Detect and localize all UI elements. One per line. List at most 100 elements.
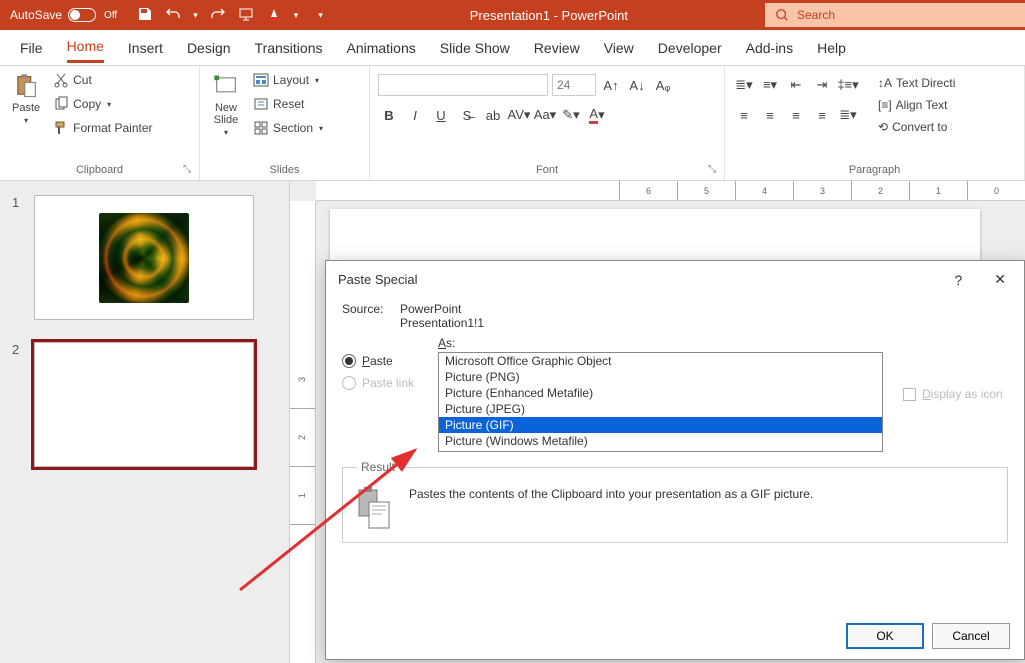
- align-text-button[interactable]: [≡]Align Text: [875, 96, 959, 114]
- new-slide-label: New Slide: [214, 102, 238, 126]
- font-color-button[interactable]: A▾: [586, 104, 608, 126]
- list-option[interactable]: Picture (Windows Metafile): [439, 433, 882, 449]
- shadow-button[interactable]: ab: [482, 104, 504, 126]
- bold-button[interactable]: B: [378, 104, 400, 126]
- columns-button[interactable]: ≣▾: [837, 104, 859, 126]
- group-label-paragraph: Paragraph: [733, 162, 1016, 178]
- new-slide-button[interactable]: New Slide ▾: [208, 70, 244, 139]
- strikethrough-button[interactable]: S̶: [456, 104, 478, 126]
- autosave-toggle[interactable]: AutoSave Off: [0, 8, 127, 22]
- list-option[interactable]: Picture (JPEG): [439, 401, 882, 417]
- close-button[interactable]: ✕: [988, 269, 1012, 290]
- ok-button[interactable]: OK: [846, 623, 924, 649]
- increase-font-icon[interactable]: A↑: [600, 74, 622, 96]
- thumbnail-1[interactable]: 1: [12, 195, 277, 320]
- align-left-button[interactable]: ≡: [733, 104, 755, 126]
- list-option[interactable]: Picture (Enhanced Metafile): [439, 385, 882, 401]
- clear-formatting-icon[interactable]: Aᵩ: [652, 74, 674, 96]
- decrease-font-icon[interactable]: A↓: [626, 74, 648, 96]
- slide-thumb-selected[interactable]: [34, 342, 254, 467]
- slideshow-icon[interactable]: [238, 6, 254, 25]
- thumbnail-2[interactable]: 2: [12, 342, 277, 467]
- format-listbox[interactable]: Microsoft Office Graphic Object Picture …: [438, 352, 883, 452]
- char-spacing-button[interactable]: AV▾: [508, 104, 530, 126]
- paste-special-dialog: Paste Special ? ✕ Source: PowerPoint Pre…: [325, 260, 1025, 660]
- group-clipboard: Paste ▾ Cut Copy▾ Format Painter Clipboa…: [0, 66, 200, 180]
- section-icon: [253, 120, 269, 136]
- line-spacing-button[interactable]: ‡≡▾: [837, 74, 859, 96]
- ruler-mark: 1: [909, 181, 967, 200]
- cut-button[interactable]: Cut: [50, 70, 155, 90]
- format-painter-icon: [53, 120, 69, 136]
- bullets-button[interactable]: ≣▾: [733, 74, 755, 96]
- convert-smartart-button[interactable]: ⟲Convert to SmartArt: [875, 118, 959, 136]
- layout-label: Layout: [273, 73, 309, 87]
- tab-review[interactable]: Review: [534, 34, 580, 62]
- tab-addins[interactable]: Add-ins: [746, 34, 793, 62]
- change-case-button[interactable]: Aa▾: [534, 104, 556, 126]
- tab-transitions[interactable]: Transitions: [255, 34, 323, 62]
- save-icon[interactable]: [137, 6, 153, 25]
- layout-button[interactable]: Layout▾: [250, 70, 326, 90]
- font-family-input[interactable]: [378, 74, 548, 96]
- decrease-indent-button[interactable]: ⇤: [785, 74, 807, 96]
- radio-disabled-icon: [342, 376, 356, 390]
- slide-thumb[interactable]: [34, 195, 254, 320]
- cut-icon: [53, 72, 69, 88]
- redo-icon[interactable]: [210, 6, 226, 25]
- ribbon: Paste ▾ Cut Copy▾ Format Painter Clipboa…: [0, 66, 1025, 181]
- font-color-icon[interactable]: [266, 6, 282, 25]
- tab-animations[interactable]: Animations: [346, 34, 415, 62]
- tab-help[interactable]: Help: [817, 34, 846, 62]
- tab-view[interactable]: View: [604, 34, 634, 62]
- paste-radio[interactable]: Paste: [342, 354, 428, 368]
- italic-button[interactable]: I: [404, 104, 426, 126]
- highlight-button[interactable]: ✎▾: [560, 104, 582, 126]
- text-direction-label: Text Direction: [896, 76, 956, 90]
- format-painter-button[interactable]: Format Painter: [50, 118, 155, 138]
- group-label-font: Font⤡: [378, 162, 716, 178]
- undo-dropdown[interactable]: ▾: [193, 10, 198, 21]
- paste-radio-label: aste: [370, 354, 393, 368]
- clipboard-launcher[interactable]: ⤡: [183, 164, 191, 175]
- tab-home[interactable]: Home: [67, 32, 104, 63]
- group-paragraph: ≣▾ ≡▾ ⇤ ⇥ ‡≡▾ ≡ ≡ ≡ ≡ ≣▾ ↕AText Directio…: [725, 66, 1025, 180]
- format-painter-label: Format Painter: [73, 121, 152, 135]
- reset-button[interactable]: Reset: [250, 94, 326, 114]
- align-text-label: Align Text: [896, 98, 956, 112]
- window-title: Presentation1 - PowerPoint: [333, 8, 765, 23]
- toggle-switch[interactable]: [68, 8, 96, 22]
- copy-icon: [53, 96, 69, 112]
- group-label-clipboard: Clipboard⤡: [8, 162, 191, 178]
- paste-link-label: Paste link: [362, 376, 414, 390]
- list-option[interactable]: Picture (PNG): [439, 369, 882, 385]
- search-box[interactable]: Search: [765, 3, 1025, 27]
- align-center-button[interactable]: ≡: [759, 104, 781, 126]
- numbering-button[interactable]: ≡▾: [759, 74, 781, 96]
- tab-insert[interactable]: Insert: [128, 34, 163, 62]
- radio-checked-icon: [342, 354, 356, 368]
- paste-button[interactable]: Paste ▾: [8, 70, 44, 127]
- copy-button[interactable]: Copy▾: [50, 94, 155, 114]
- list-option[interactable]: Microsoft Office Graphic Object: [439, 353, 882, 369]
- tab-file[interactable]: File: [20, 34, 43, 62]
- tab-slideshow[interactable]: Slide Show: [440, 34, 510, 62]
- reset-label: Reset: [273, 97, 304, 111]
- font-color-dropdown[interactable]: ▾: [294, 10, 299, 21]
- justify-button[interactable]: ≡: [811, 104, 833, 126]
- section-button[interactable]: Section▾: [250, 118, 326, 138]
- underline-button[interactable]: U: [430, 104, 452, 126]
- tab-design[interactable]: Design: [187, 34, 231, 62]
- list-option-selected[interactable]: Picture (GIF): [439, 417, 882, 433]
- cancel-button[interactable]: Cancel: [932, 623, 1010, 649]
- help-button[interactable]: ?: [948, 270, 968, 290]
- font-launcher[interactable]: ⤡: [708, 164, 716, 175]
- text-direction-button[interactable]: ↕AText Direction: [875, 74, 959, 92]
- increase-indent-button[interactable]: ⇥: [811, 74, 833, 96]
- undo-icon[interactable]: [165, 6, 181, 25]
- clipboard-paste-icon: [357, 486, 393, 530]
- align-right-button[interactable]: ≡: [785, 104, 807, 126]
- font-size-input[interactable]: [552, 74, 596, 96]
- qat-customize[interactable]: ▾: [318, 10, 323, 21]
- tab-developer[interactable]: Developer: [658, 34, 722, 62]
